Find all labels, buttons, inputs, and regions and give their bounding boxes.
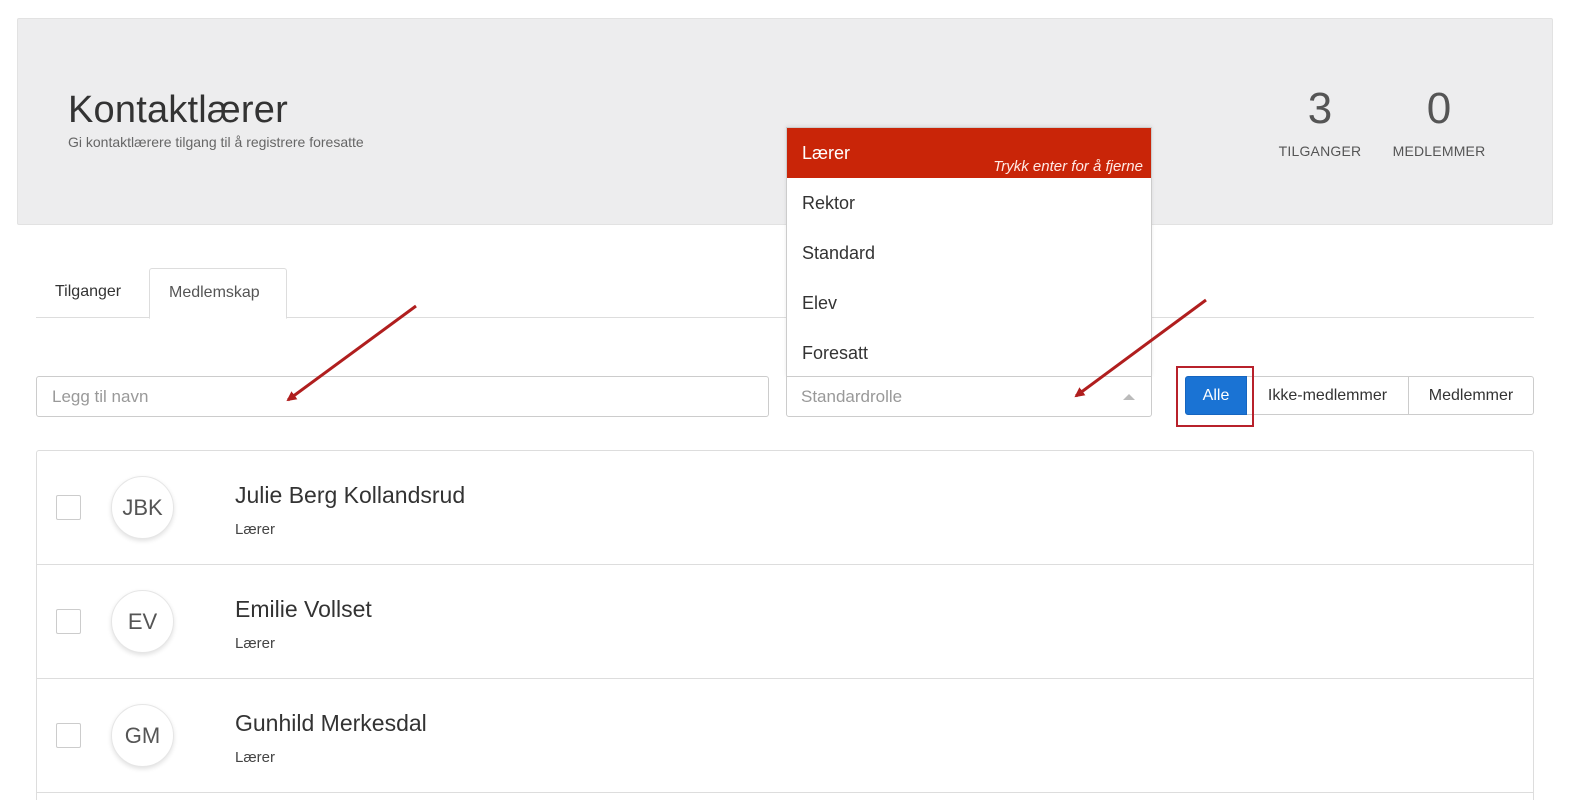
- stat-label: MEDLEMMER: [1392, 143, 1486, 159]
- page: Kontaktlærer Gi kontaktlærere tilgang ti…: [0, 0, 1582, 800]
- member-name: Emilie Vollset: [235, 596, 372, 622]
- role-option-foresatt[interactable]: Foresatt: [787, 328, 1151, 378]
- stat-label: TILGANGER: [1278, 143, 1362, 159]
- caret-up-icon: [1123, 394, 1135, 400]
- stat-medlemmer: 0 MEDLEMMER: [1390, 84, 1488, 160]
- role-option-standard[interactable]: Standard: [787, 228, 1151, 278]
- member-list: JBK Julie Berg Kollandsrud Lærer EV Emil…: [36, 450, 1534, 800]
- avatar: JBK: [111, 476, 174, 539]
- member-name: Julie Berg Kollandsrud: [235, 482, 466, 508]
- table-row: EV Emilie Vollset Lærer: [37, 565, 1533, 679]
- member-role: Lærer: [235, 521, 276, 538]
- filter-members-button[interactable]: Medlemmer: [1408, 376, 1534, 415]
- member-role: Lærer: [235, 635, 276, 652]
- role-option-rektor[interactable]: Rektor: [787, 178, 1151, 228]
- stat-value: 0: [1426, 84, 1452, 133]
- role-option-elev[interactable]: Elev: [787, 278, 1151, 328]
- name-search-input[interactable]: [36, 376, 769, 417]
- row-checkbox[interactable]: [56, 723, 81, 748]
- role-select-placeholder: Standardrolle: [801, 387, 903, 406]
- annotation-highlight-box: [1176, 366, 1254, 427]
- remove-hint: Trykk enter for å fjerne: [993, 158, 1143, 175]
- row-checkbox[interactable]: [56, 495, 81, 520]
- member-role: Lærer: [235, 749, 276, 766]
- row-checkbox[interactable]: [56, 609, 81, 634]
- role-option-laerer[interactable]: Lærer Trykk enter for å fjerne: [787, 128, 1151, 178]
- stat-tilganger: 3 TILGANGER: [1274, 84, 1366, 160]
- page-title: Kontaktlærer: [68, 89, 288, 131]
- role-option-label: Lærer: [802, 143, 851, 163]
- table-row: GM Gunhild Merkesdal Lærer: [37, 679, 1533, 793]
- page-header: Kontaktlærer Gi kontaktlærere tilgang ti…: [17, 18, 1553, 225]
- page-subtitle: Gi kontaktlærere tilgang til å registrer…: [68, 134, 364, 150]
- table-row: JBK Julie Berg Kollandsrud Lærer: [37, 451, 1533, 565]
- tab-bar: Tilganger Medlemskap: [36, 268, 1534, 319]
- role-dropdown-menu: Lærer Trykk enter for å fjerne Rektor St…: [786, 127, 1152, 377]
- member-name: Gunhild Merkesdal: [235, 710, 427, 736]
- role-select[interactable]: Standardrolle: [786, 376, 1152, 417]
- avatar: EV: [111, 590, 174, 653]
- tab-medlemskap[interactable]: Medlemskap: [149, 268, 287, 319]
- filter-non-members-button[interactable]: Ikke-medlemmer: [1247, 376, 1409, 415]
- stat-value: 3: [1307, 84, 1333, 133]
- tab-tilganger[interactable]: Tilganger: [36, 268, 140, 318]
- avatar: GM: [111, 704, 174, 767]
